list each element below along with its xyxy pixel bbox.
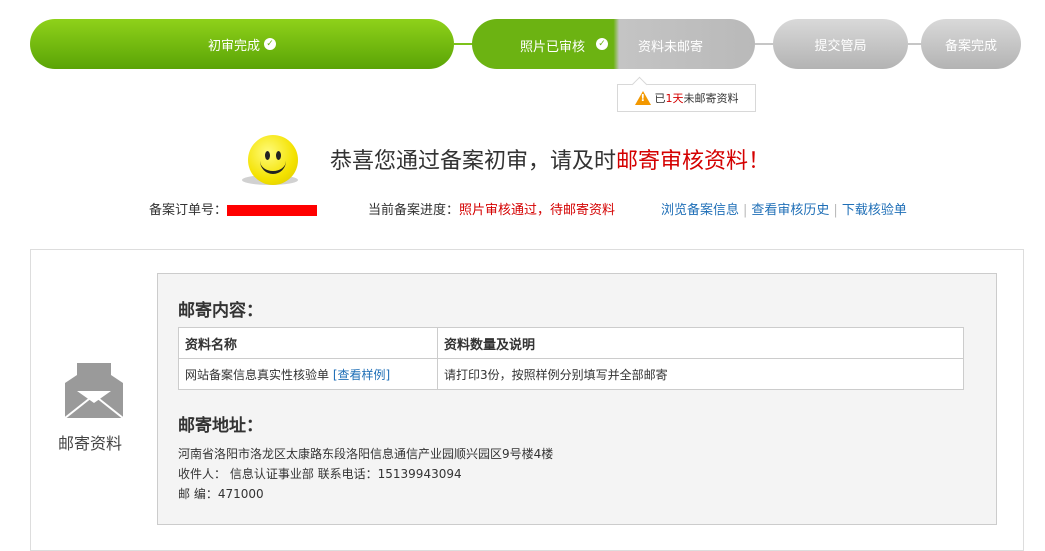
postcode-text: 邮 编：471000 — [178, 487, 264, 501]
recipient-text: 收件人： 信息认证事业部 联系电话：15139943094 — [178, 467, 462, 481]
notice-suffix: 未邮寄资料 — [683, 92, 739, 105]
view-review-history-link[interactable]: 查看审核历史 — [751, 203, 829, 218]
column-header-quantity: 资料数量及说明 — [437, 327, 964, 359]
material-name-cell: 网站备案信息真实性核验单 [查看样例] — [178, 358, 438, 390]
step-filing-complete: 备案完成 — [921, 19, 1021, 69]
progress-value: 照片审核通过，待邮寄资料 — [459, 203, 616, 218]
order-number-redacted — [227, 205, 318, 216]
column-header-name: 资料名称 — [178, 327, 438, 359]
material-name: 网站备案信息真实性核验单 — [185, 367, 330, 382]
mail-info-box — [157, 273, 997, 525]
unmailed-notice: ! 已 1天 未邮寄资料 — [617, 84, 756, 112]
step-filing-complete-label: 备案完成 — [944, 38, 997, 54]
check-icon: ✓ — [264, 38, 276, 50]
check-icon: ✓ — [596, 38, 608, 50]
mail-content-table: 资料名称 资料数量及说明 网站备案信息真实性核验单 [查看样例] 请打印3份，按… — [178, 327, 964, 390]
congrats-highlight: 邮寄审核资料！ — [616, 149, 771, 174]
mail-address-text: 河南省洛阳市洛龙区太康路东段洛阳信息通信产业园顺兴园区9号楼4楼 — [178, 447, 554, 461]
view-filing-info-link[interactable]: 浏览备案信息 — [661, 203, 739, 218]
table-header-row: 资料名称 资料数量及说明 — [178, 327, 964, 359]
order-label: 备案订单号： — [149, 203, 228, 218]
step-connector — [755, 43, 774, 45]
step-submit-bureau-label: 提交管局 — [814, 38, 867, 54]
congrats-main: 恭喜您通过备案初审，请及时 — [330, 149, 617, 174]
material-desc-cell: 请打印3份，按照样例分别填写并全部邮寄 — [437, 358, 964, 390]
step-initial-review-label: 初审完成 — [207, 38, 260, 54]
step-connector — [908, 43, 922, 45]
warning-icon: ! — [634, 91, 651, 105]
sidebar-mail-label: 邮寄资料 — [58, 434, 123, 453]
step-photo-reviewed-label: 照片已审核 — [520, 40, 586, 55]
step-materials-not-mailed-label: 资料未邮寄 — [638, 40, 704, 55]
notice-prefix: 已 — [654, 92, 666, 105]
link-divider: | — [743, 203, 748, 218]
order-number: 备案订单号： — [149, 199, 318, 218]
download-verification-form-link[interactable]: 下载核验单 — [842, 203, 907, 218]
envelope-icon — [65, 363, 123, 418]
step-photo-reviewed: 照片已审核 ✓ 资料未邮寄 — [472, 19, 755, 69]
step-connector — [454, 43, 473, 45]
view-example-link[interactable]: [查看样例] — [333, 368, 390, 382]
step-initial-review: 初审完成 ✓ — [30, 19, 454, 69]
current-progress: 当前备案进度：照片审核通过，待邮寄资料 — [368, 199, 615, 218]
mail-address-title: 邮寄地址： — [178, 416, 263, 436]
action-links: 浏览备案信息 | 查看审核历史 | 下载核验单 — [661, 199, 907, 218]
smiley-icon — [248, 135, 298, 185]
mail-content-title: 邮寄内容： — [178, 301, 263, 321]
congrats-heading: 恭喜您通过备案初审，请及时邮寄审核资料！ — [330, 143, 770, 175]
notice-days: 1天 — [665, 92, 684, 105]
step-submit-bureau: 提交管局 — [773, 19, 908, 69]
table-row: 网站备案信息真实性核验单 [查看样例] 请打印3份，按照样例分别填写并全部邮寄 — [178, 358, 964, 390]
progress-label: 当前备案进度： — [368, 203, 460, 218]
link-divider: | — [833, 203, 838, 218]
